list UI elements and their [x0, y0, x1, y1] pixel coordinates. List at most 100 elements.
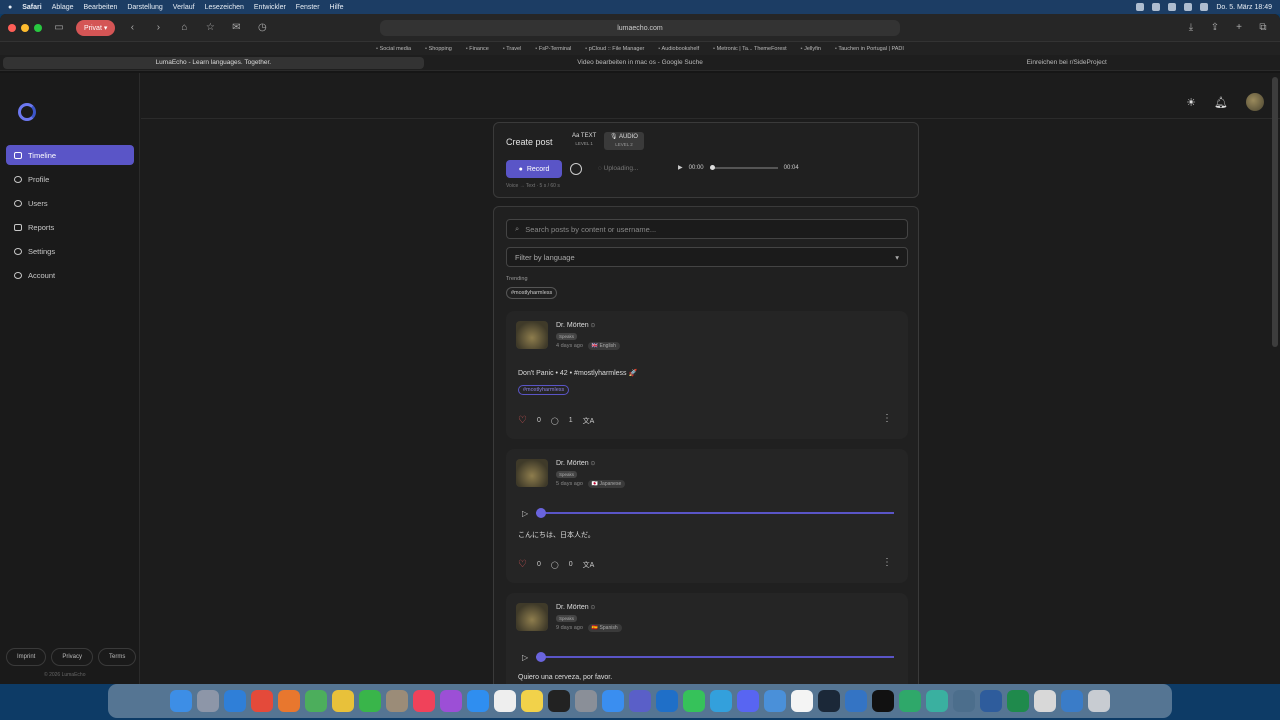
play-icon[interactable]: ▷	[522, 509, 528, 518]
theme-toggle-icon[interactable]: ☀	[1186, 96, 1196, 109]
app-icon[interactable]	[953, 690, 975, 712]
post-author[interactable]: Dr. Mörten	[556, 604, 595, 611]
address-bar[interactable]: lumaecho.com	[380, 20, 900, 36]
favorite-shopping[interactable]: Shopping	[425, 46, 452, 52]
new-tab-icon[interactable]: +	[1230, 20, 1248, 36]
whatsapp-icon[interactable]	[683, 690, 705, 712]
maps-icon[interactable]	[305, 690, 327, 712]
chrome-icon[interactable]	[251, 690, 273, 712]
preview-icon[interactable]	[1034, 690, 1056, 712]
share-icon[interactable]: ⇪	[1206, 20, 1224, 36]
lumaecho-logo[interactable]	[18, 103, 36, 121]
globe-icon[interactable]	[570, 163, 582, 175]
sidebar-item-settings[interactable]: Settings	[6, 241, 134, 261]
comment-icon[interactable]: ◯	[551, 561, 559, 569]
status-icon[interactable]	[1136, 3, 1145, 11]
discord-icon[interactable]	[737, 690, 759, 712]
app-icon[interactable]	[926, 690, 948, 712]
avatar[interactable]	[516, 603, 548, 631]
tab-reddit[interactable]: Einreichen bei r/SideProject	[856, 57, 1277, 69]
apple-icon[interactable]: ●	[8, 4, 12, 11]
post-author[interactable]: Dr. Mörten	[556, 322, 595, 329]
comment-icon[interactable]: ◯	[551, 417, 559, 425]
favorite-finance[interactable]: Finance	[466, 46, 489, 52]
contacts-icon[interactable]	[386, 690, 408, 712]
home-icon[interactable]: ⌂	[175, 20, 193, 36]
menubar-clock[interactable]: Do. 5. März 18:49	[1216, 4, 1272, 11]
back-icon[interactable]: ‹	[123, 20, 141, 36]
sidebar-item-account[interactable]: Account	[6, 265, 134, 285]
menu-lesezeichen[interactable]: Lesezeichen	[205, 4, 244, 11]
sidebar-item-reports[interactable]: Reports	[6, 217, 134, 237]
play-icon[interactable]: ▷	[522, 653, 528, 662]
private-browsing-button[interactable]: Privat ▾	[76, 19, 116, 36]
heart-icon[interactable]: ♡	[518, 559, 527, 570]
sidebar-item-profile[interactable]: Profile	[6, 169, 134, 189]
favorite-audiobookshelf[interactable]: Audiobookshelf	[658, 46, 700, 52]
page-scrollbar[interactable]	[1272, 77, 1278, 347]
menu-fenster[interactable]: Fenster	[296, 4, 320, 11]
more-options-icon[interactable]: ⋮	[882, 557, 892, 568]
menu-entwickler[interactable]: Entwickler	[254, 4, 286, 11]
history-icon[interactable]: ◷	[253, 20, 271, 36]
launchpad-icon[interactable]	[197, 690, 219, 712]
menu-darstellung[interactable]: Darstellung	[127, 4, 162, 11]
trash-icon[interactable]	[1088, 690, 1110, 712]
trending-tag-chip[interactable]: #mostlyharmless	[506, 287, 558, 299]
app-store-icon[interactable]	[467, 690, 489, 712]
audio-progress-bar[interactable]	[536, 652, 894, 662]
menu-hilfe[interactable]: Hilfe	[330, 4, 344, 11]
preview-progress-bar[interactable]	[709, 164, 778, 170]
privacy-link[interactable]: Privacy	[51, 648, 94, 666]
app-icon[interactable]	[1061, 690, 1083, 712]
system-settings-icon[interactable]	[575, 690, 597, 712]
tab-overview-icon[interactable]: ⧉	[1254, 20, 1272, 36]
music-icon[interactable]	[413, 690, 435, 712]
close-window-button[interactable]	[8, 23, 16, 32]
favorite-padi[interactable]: Tauchen in Portugal | PADI	[835, 46, 904, 52]
search-input[interactable]: ⌕ Search posts by content or username...	[506, 219, 908, 239]
calendar-icon[interactable]	[791, 690, 813, 712]
app-icon[interactable]	[980, 690, 1002, 712]
mail-icon[interactable]: ✉	[227, 20, 245, 36]
mail-app-icon[interactable]	[602, 690, 624, 712]
post-tag[interactable]: #mostlyharmless	[518, 385, 570, 395]
steam-icon[interactable]	[818, 690, 840, 712]
notes-icon[interactable]	[521, 690, 543, 712]
minimize-window-button[interactable]	[21, 23, 29, 32]
wifi-icon[interactable]	[1184, 3, 1193, 11]
play-icon[interactable]: ▶	[678, 164, 683, 171]
audio-progress-bar[interactable]	[536, 508, 894, 518]
imprint-link[interactable]: Imprint	[6, 648, 47, 666]
translate-icon[interactable]: 文A	[583, 560, 595, 570]
text-mode-tab[interactable]: Aa TEXT LEVEL 1	[566, 132, 602, 150]
avatar[interactable]	[1246, 93, 1264, 111]
telegram-icon[interactable]	[710, 690, 732, 712]
status-icon[interactable]	[1152, 3, 1161, 11]
zoom-window-button[interactable]	[34, 23, 42, 32]
search-icon[interactable]	[1200, 3, 1209, 11]
reminders-icon[interactable]	[494, 690, 516, 712]
sidebar-item-timeline[interactable]: Timeline	[6, 145, 134, 165]
terminal-icon[interactable]	[548, 690, 570, 712]
firefox-icon[interactable]	[278, 690, 300, 712]
menu-ablage[interactable]: Ablage	[52, 4, 74, 11]
favorite-pcloud[interactable]: pCloud :: File Manager	[585, 46, 645, 52]
safari-icon[interactable]	[224, 690, 246, 712]
terms-link[interactable]: Terms	[98, 648, 137, 666]
menu-safari[interactable]: Safari	[22, 4, 41, 11]
app-icon[interactable]	[899, 690, 921, 712]
sidebar-item-users[interactable]: Users	[6, 193, 134, 213]
intellij-icon[interactable]	[872, 690, 894, 712]
favorite-social-media[interactable]: Social media	[376, 46, 412, 52]
sidebar-toggle-icon[interactable]: ▭	[50, 20, 68, 36]
audio-mode-tab[interactable]: 🎙︎ AUDIO LEVEL 2	[604, 132, 644, 150]
translate-icon[interactable]: 文A	[583, 416, 595, 426]
menu-bearbeiten[interactable]: Bearbeiten	[84, 4, 118, 11]
avatar[interactable]	[516, 321, 548, 349]
record-button[interactable]: ● Record	[506, 160, 562, 178]
mail-client-icon[interactable]	[764, 690, 786, 712]
download-icon[interactable]: ⤓	[1182, 20, 1200, 36]
photos-icon[interactable]	[332, 690, 354, 712]
avatar[interactable]	[516, 459, 548, 487]
